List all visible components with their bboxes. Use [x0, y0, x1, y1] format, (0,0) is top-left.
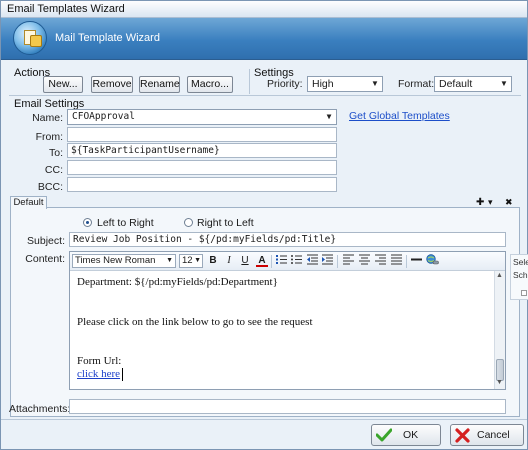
from-label: From: [35, 131, 63, 143]
align-right-icon[interactable] [374, 254, 386, 268]
font-color-button[interactable]: A [256, 254, 268, 267]
content-line-instruction: Please click on the link below to go to … [77, 316, 313, 328]
font-size-select[interactable]: 12 ▼ [179, 254, 203, 268]
bulleted-list-icon[interactable] [290, 254, 302, 268]
editor-toolbar: Times New Roman ▼ 12 ▼ B I U A [70, 252, 505, 271]
close-tab-icon[interactable]: ✖ [505, 197, 513, 208]
italic-button[interactable]: I [223, 254, 235, 268]
to-label: To: [48, 147, 63, 159]
cancel-button[interactable]: Cancel [450, 424, 524, 446]
bold-button[interactable]: B [207, 254, 219, 268]
tree-expand-icon[interactable] [521, 290, 527, 296]
name-label: Name: [32, 112, 63, 124]
format-label: Format: [398, 78, 435, 90]
chevron-down-icon: ▼ [194, 257, 201, 264]
chevron-down-icon: ▼ [326, 112, 332, 121]
from-field[interactable] [67, 127, 337, 142]
align-center-icon[interactable] [358, 254, 370, 268]
subject-label: Subject: [27, 235, 65, 247]
subject-field[interactable]: Review Job Position - ${/pd:myFields/pd:… [69, 232, 506, 247]
format-select[interactable]: Default ▼ [434, 76, 512, 92]
priority-select[interactable]: High ▼ [307, 76, 383, 92]
numbered-list-icon[interactable] [275, 254, 287, 268]
right-to-left-label: Right to Left [197, 217, 254, 229]
scroll-up-icon[interactable]: ▲ [496, 272, 503, 279]
content-editor[interactable]: Times New Roman ▼ 12 ▼ B I U A Departmen… [69, 251, 506, 390]
chevron-down-icon: ▼ [500, 79, 508, 88]
attachments-label: Attachments: [9, 403, 71, 415]
rename-template-button[interactable]: Rename [139, 76, 180, 93]
chevron-down-icon[interactable]: ▾ [488, 197, 493, 208]
font-name-select[interactable]: Times New Roman ▼ [72, 254, 176, 268]
left-to-right-label: Left to Right [97, 217, 154, 229]
tab-default[interactable]: Default [10, 196, 47, 209]
underline-button[interactable]: U [239, 254, 251, 268]
side-panel: Selec Sch [510, 254, 528, 300]
content-line-department: Department: ${/pd:myFields/pd:Department… [77, 276, 278, 288]
bcc-label: BCC: [37, 181, 63, 193]
window-title: Email Templates Wizard [1, 1, 527, 18]
checkmark-icon [375, 428, 393, 449]
text-cursor [122, 368, 123, 381]
mail-template-icon [13, 21, 47, 55]
email-templates-wizard-window: Email Templates Wizard Mail Template Wiz… [0, 0, 528, 450]
ok-button[interactable]: OK [371, 424, 441, 446]
justify-icon[interactable] [390, 254, 402, 268]
side-panel-select-label: Selec [513, 257, 528, 267]
template-name-select[interactable]: CFOApproval ▼ [67, 109, 337, 125]
content-label: Content: [25, 253, 65, 265]
chevron-down-icon: ▼ [371, 79, 379, 88]
new-template-button[interactable]: New... [43, 76, 83, 93]
to-field[interactable]: ${TaskParticipantUsername} [67, 143, 337, 158]
macro-button[interactable]: Macro... [187, 76, 233, 93]
indent-icon[interactable] [321, 254, 333, 268]
priority-label: Priority: [267, 78, 303, 90]
cc-label: CC: [44, 164, 63, 176]
wizard-banner: Mail Template Wizard [1, 18, 527, 60]
toolbar-divider [249, 69, 250, 94]
chevron-down-icon: ▼ [166, 257, 173, 264]
click-here-link[interactable]: click here [77, 368, 120, 380]
add-tab-icon[interactable]: ✚ [476, 197, 484, 208]
cc-field[interactable] [67, 160, 337, 175]
editor-scrollbar[interactable]: ▲ ▼ [494, 271, 505, 389]
scroll-down-icon[interactable]: ▼ [496, 379, 503, 386]
content-line-form-url: Form Url: [77, 355, 122, 367]
scrollbar-thumb[interactable] [496, 359, 504, 381]
side-panel-schema-label: Sch [513, 270, 528, 280]
outdent-icon[interactable] [306, 254, 318, 268]
left-to-right-radio[interactable] [83, 218, 92, 227]
horizontal-rule-icon[interactable] [410, 254, 422, 268]
remove-template-button[interactable]: Remove [91, 76, 133, 93]
attachments-field[interactable] [69, 399, 506, 414]
insert-link-icon[interactable] [426, 254, 439, 268]
cancel-x-icon [455, 428, 470, 450]
right-to-left-radio[interactable] [184, 218, 193, 227]
bcc-field[interactable] [67, 177, 337, 192]
banner-title: Mail Template Wizard [55, 32, 160, 44]
get-global-templates-link[interactable]: Get Global Templates [349, 110, 450, 122]
align-left-icon[interactable] [342, 254, 354, 268]
section-divider [9, 95, 521, 96]
